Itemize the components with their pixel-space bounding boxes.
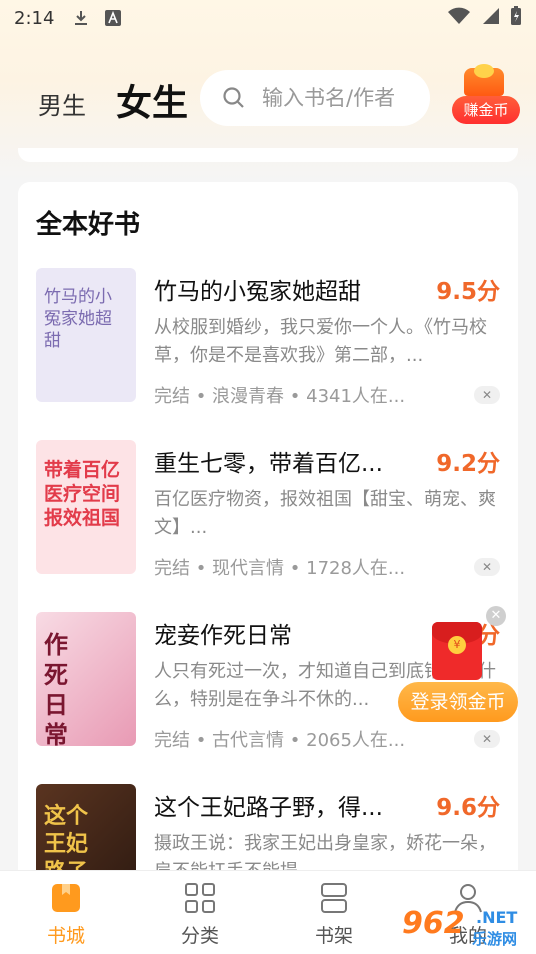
header: 男生 女生 赚金币 <box>0 62 536 132</box>
cover-text: 带着百亿医疗空间报效祖国 <box>44 459 121 529</box>
site-watermark: 962 .NET 乐游网 <box>402 906 532 950</box>
book-description: 百亿医疗物资，报效祖国【甜宝、萌宠、爽文】... <box>154 489 496 538</box>
list-item[interactable]: 带着百亿医疗空间报效祖国 重生七零，带着百亿... 9.2分 百亿医疗物资，报效… <box>18 440 518 590</box>
battery-icon <box>510 5 522 31</box>
search-input[interactable] <box>262 86 422 110</box>
book-meta: 完结 • 现代言情 • 1728人在... <box>154 558 406 579</box>
signal-icon <box>480 7 500 30</box>
status-bar: 2:14 <box>0 0 536 36</box>
font-notification-icon <box>104 9 122 27</box>
banner-card-bottom <box>18 148 518 162</box>
search-bar[interactable] <box>200 70 430 126</box>
book-title[interactable]: 重生七零，带着百亿... <box>154 444 424 478</box>
download-icon <box>72 9 90 27</box>
login-reward-button[interactable]: 登录领金币 <box>398 682 518 722</box>
section-title: 全本好书 <box>36 210 141 240</box>
book-list-card: 全本好书 竹马的小冤家她超甜 竹马的小冤家她超甜 9.5分 从校服到婚纱，我只爱… <box>18 182 518 882</box>
book-cover[interactable]: 这个王妃路子野 <box>36 784 136 882</box>
book-description: 从校服到婚纱，我只爱你一个人。《竹马校草，你是不是喜欢我》第二部，... <box>154 317 487 366</box>
dismiss-icon[interactable]: ✕ <box>474 386 500 404</box>
nav-item-bookshelf[interactable]: 书架 <box>294 881 374 951</box>
earn-coins-label: 赚金币 <box>452 96 520 124</box>
book-score: 9.5分 <box>436 279 500 305</box>
book-cover[interactable]: 竹马的小冤家她超甜 <box>36 268 136 402</box>
status-time: 2:14 <box>14 7 55 29</box>
list-item[interactable]: 这个王妃路子野 这个王妃路子野，得... 9.6分 摄政王说：我家王妃出身皇家，… <box>18 784 518 882</box>
nav-item-category[interactable]: 分类 <box>160 881 240 951</box>
book-title[interactable]: 这个王妃路子野，得... <box>154 788 424 822</box>
nav-item-bookstore[interactable]: 书城 <box>26 881 106 951</box>
dismiss-icon[interactable]: ✕ <box>474 558 500 576</box>
nav-label: 书架 <box>314 925 353 947</box>
coin-icon: ¥ <box>448 636 466 654</box>
cover-text: 作死日常 <box>44 630 68 746</box>
category-grid-icon <box>183 881 217 915</box>
watermark-number: 962 <box>402 906 465 941</box>
book-cover[interactable]: 带着百亿医疗空间报效祖国 <box>36 440 136 574</box>
wifi-icon <box>448 7 470 30</box>
earn-coins-button[interactable]: 赚金币 <box>452 64 520 128</box>
nav-label: 分类 <box>180 925 219 947</box>
book-score: 9.2分 <box>436 451 500 477</box>
list-item[interactable]: 竹马的小冤家她超甜 竹马的小冤家她超甜 9.5分 从校服到婚纱，我只爱你一个人。… <box>18 268 518 418</box>
cover-text: 竹马的小冤家她超甜 <box>44 287 112 351</box>
watermark-net: .NET <box>476 908 518 927</box>
red-envelope-icon: ¥ <box>432 622 482 680</box>
treasure-box-icon <box>464 64 504 96</box>
book-meta: 完结 • 古代言情 • 2065人在... <box>154 730 406 751</box>
book-cover[interactable]: 作死日常 <box>36 612 136 746</box>
close-icon[interactable]: ✕ <box>486 606 506 626</box>
bookstore-icon <box>49 881 83 915</box>
login-reward-promo[interactable]: ✕ ¥ 登录领金币 <box>398 606 520 724</box>
search-icon <box>222 86 246 110</box>
tab-female[interactable]: 女生 <box>116 74 188 126</box>
book-score: 9.6分 <box>436 795 500 821</box>
bookshelf-icon <box>317 881 351 915</box>
dismiss-icon[interactable]: ✕ <box>474 730 500 748</box>
book-title[interactable]: 宠妾作死日常 <box>154 616 424 650</box>
tab-male[interactable]: 男生 <box>38 86 86 121</box>
watermark-site-name: 乐游网 <box>472 930 518 948</box>
book-title[interactable]: 竹马的小冤家她超甜 <box>154 272 424 306</box>
nav-label: 书城 <box>46 925 85 947</box>
book-meta: 完结 • 浪漫青春 • 4341人在... <box>154 386 406 407</box>
